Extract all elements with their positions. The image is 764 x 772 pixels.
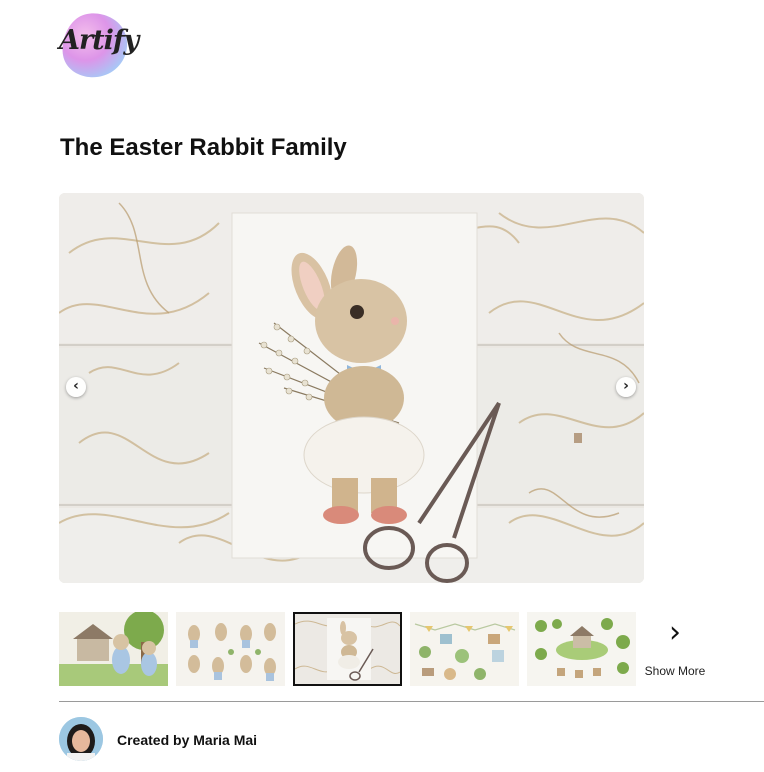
chevron-right-icon: › bbox=[669, 615, 681, 650]
thumbnail-rabbit-character-set[interactable] bbox=[176, 612, 285, 686]
thumbnail-rabbit-family-garden[interactable] bbox=[59, 612, 168, 686]
main-preview-image bbox=[59, 193, 644, 583]
carousel-next-button[interactable]: › bbox=[616, 377, 636, 397]
product-title: The Easter Rabbit Family bbox=[60, 134, 347, 161]
thumbnail-rabbit-with-scissors[interactable] bbox=[293, 612, 402, 686]
chevron-left-icon: ‹ bbox=[73, 378, 79, 394]
creator-credit[interactable]: Created by Maria Mai bbox=[117, 732, 257, 748]
thumbnail-garden-elements-set[interactable] bbox=[410, 612, 519, 686]
show-more-button[interactable]: › Show More bbox=[640, 616, 710, 682]
chevron-right-icon: › bbox=[623, 378, 629, 394]
creator-avatar[interactable] bbox=[59, 717, 103, 761]
carousel-prev-button[interactable]: ‹ bbox=[66, 377, 86, 397]
artify-logo[interactable]: Artify bbox=[59, 9, 139, 81]
divider bbox=[59, 701, 764, 702]
show-more-label: Show More bbox=[644, 664, 706, 678]
logo-text: Artify bbox=[59, 25, 139, 56]
thumbnail-cottage-scene-elements[interactable] bbox=[527, 612, 636, 686]
